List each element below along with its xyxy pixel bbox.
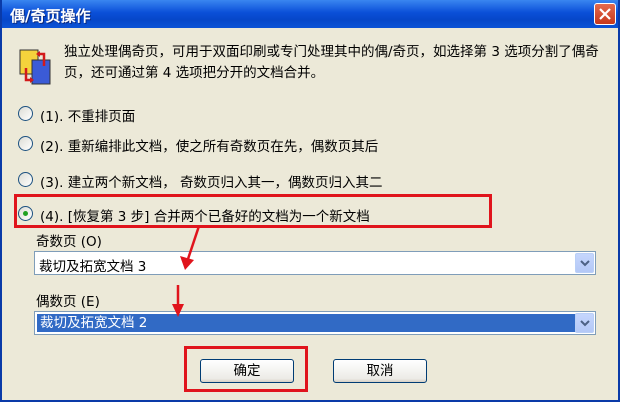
radio-button[interactable]: [18, 172, 33, 187]
close-icon: [599, 8, 611, 20]
odd-pages-value: 裁切及拓宽文档 3: [39, 259, 147, 275]
chevron-down-icon: [580, 320, 590, 327]
option-no-reorder[interactable]: (1). 不重排页面: [18, 104, 318, 125]
dropdown-button[interactable]: [575, 253, 594, 273]
radio-button-selected[interactable]: [18, 206, 33, 221]
close-button[interactable]: [594, 3, 616, 25]
window-title: 偶/奇页操作: [10, 7, 91, 25]
even-pages-value: 裁切及拓宽文档 2: [37, 314, 577, 332]
option-split-documents[interactable]: (3). 建立两个新文档， 奇数页归入其一，偶数页归入其二: [18, 170, 578, 191]
odd-pages-label: 奇数页 (O): [36, 234, 102, 250]
option-label: (2). 重新编排此文档，使之所有奇数页在先，偶数页其后: [40, 139, 379, 155]
ok-button[interactable]: 确定: [200, 359, 294, 383]
chevron-down-icon: [580, 260, 590, 267]
description-text: 独立处理偶奇页，可用于双面印刷或专门处理其中的偶/奇页，如选择第 3 选项分割了…: [64, 44, 599, 81]
dropdown-button[interactable]: [575, 313, 594, 333]
odd-pages-select[interactable]: 裁切及拓宽文档 3: [34, 251, 596, 275]
title-bar[interactable]: 偶/奇页操作: [2, 0, 618, 28]
odd-even-pages-icon: [19, 49, 51, 85]
option-label: (4). [恢复第 3 步] 合并两个已备好的文档为一个新文档: [40, 209, 370, 225]
dialog-window: 偶/奇页操作 独立处理偶奇页，可用于双面印刷或专门处理其中的偶/奇页，如选择第 …: [0, 0, 620, 402]
arrow-icon: [172, 285, 184, 317]
radio-button[interactable]: [18, 136, 33, 151]
radio-button[interactable]: [18, 106, 33, 121]
option-reorder-odd-first[interactable]: (2). 重新编排此文档，使之所有奇数页在先，偶数页其后: [18, 134, 578, 155]
option-label: (3). 建立两个新文档， 奇数页归入其一，偶数页归入其二: [40, 175, 383, 191]
option-merge-documents[interactable]: (4). [恢复第 3 步] 合并两个已备好的文档为一个新文档: [18, 204, 578, 225]
option-label: (1). 不重排页面: [40, 109, 136, 125]
even-pages-label: 偶数页 (E): [36, 294, 100, 310]
cancel-button[interactable]: 取消: [333, 359, 427, 383]
even-pages-select[interactable]: 裁切及拓宽文档 2: [34, 311, 596, 335]
arrow-icon: [180, 225, 201, 270]
